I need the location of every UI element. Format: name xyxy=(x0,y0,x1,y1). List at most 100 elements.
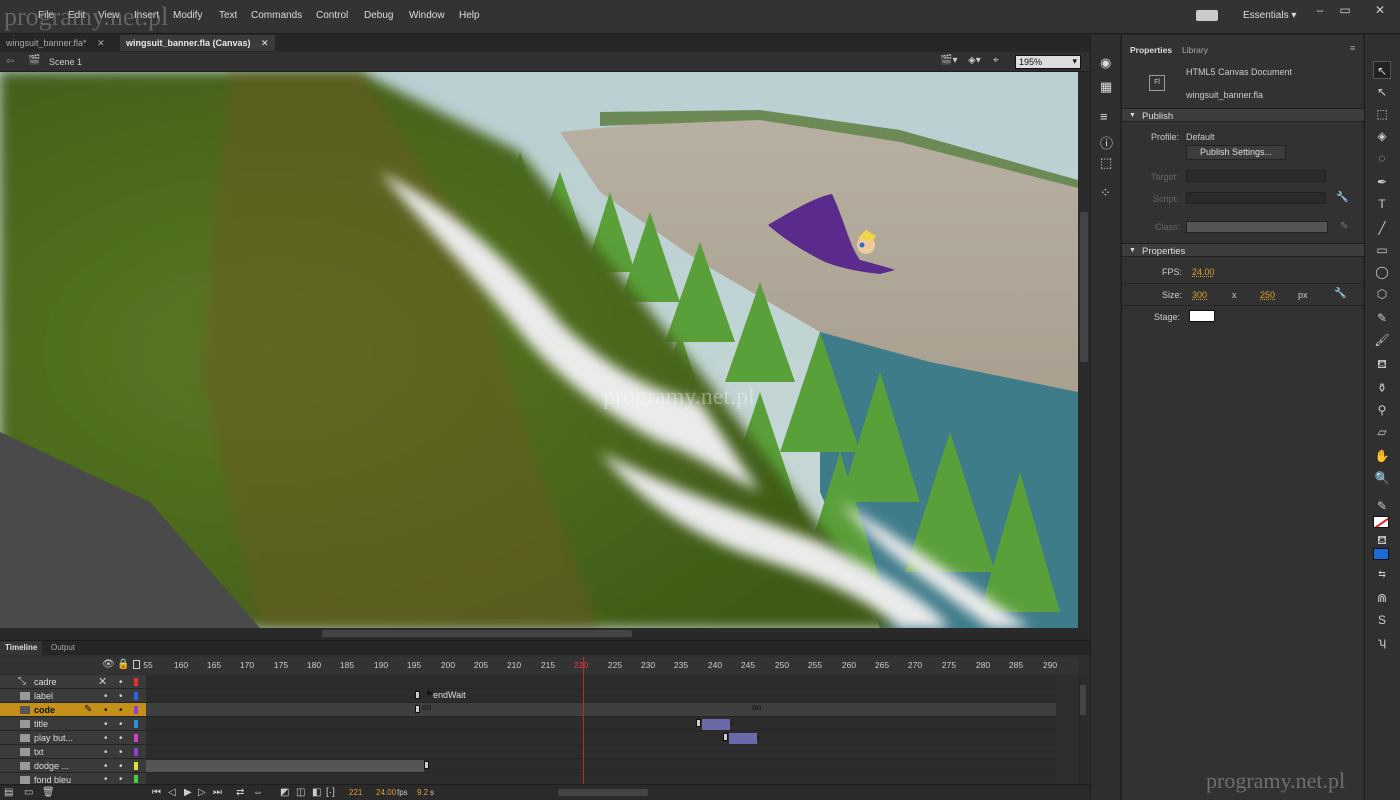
visible-dot[interactable]: • xyxy=(104,719,108,730)
scroll-thumb[interactable] xyxy=(1080,685,1086,715)
keyframe[interactable] xyxy=(415,705,420,713)
transform-icon[interactable]: ⬚ xyxy=(1100,155,1112,171)
wrench-icon[interactable]: 🔧 xyxy=(1336,192,1348,203)
visible-dot[interactable]: • xyxy=(104,705,108,716)
tab-wingsuit-canvas[interactable]: wingsuit_banner.fla (Canvas) ✕ xyxy=(120,35,275,51)
onion-skin-icon[interactable]: ◩ xyxy=(280,787,289,798)
frame-ruler[interactable]: 👁 🔒 55 160 165 170 175 180 185 190 195 2… xyxy=(0,657,1078,674)
polystar-tool-icon[interactable]: ⬡ xyxy=(1373,285,1391,303)
zoom-tool-icon[interactable]: 🔍 xyxy=(1373,469,1391,487)
visible-dot[interactable]: • xyxy=(104,691,108,702)
play-icon[interactable]: ▶ xyxy=(184,787,192,798)
new-folder-icon[interactable]: ▭ xyxy=(24,787,33,798)
visible-dot[interactable]: • xyxy=(104,747,108,758)
brush-tool-icon[interactable]: 🖌 xyxy=(1373,331,1391,349)
pencil-tool-icon[interactable]: ✎ xyxy=(1373,309,1391,327)
eye-icon[interactable]: 👁 xyxy=(102,659,115,670)
edit-multiple-icon[interactable]: ◧ xyxy=(312,787,321,798)
paint-bucket-tool-icon[interactable]: ⛾ xyxy=(1373,355,1391,373)
lock-dot[interactable]: • xyxy=(119,719,123,730)
scroll-thumb[interactable] xyxy=(1080,212,1088,362)
fill-color-swatch[interactable] xyxy=(1373,548,1389,560)
first-frame-icon[interactable]: ⏮ xyxy=(152,787,161,798)
outline-icon[interactable] xyxy=(133,660,140,669)
layer-color-swatch[interactable] xyxy=(134,692,138,700)
layer-row-label[interactable]: label • • xyxy=(0,689,146,703)
rectangle-tool-icon[interactable]: ▭ xyxy=(1373,241,1391,259)
keyframe[interactable] xyxy=(723,733,728,741)
stage-vertical-scrollbar[interactable] xyxy=(1078,72,1090,628)
layer-row-txt[interactable]: txt • • xyxy=(0,745,146,759)
snap-to-objects-icon[interactable]: ⋒ xyxy=(1373,589,1391,607)
properties-section-header[interactable]: ▼ Properties xyxy=(1122,243,1364,257)
3d-rotation-tool-icon[interactable]: ◈ xyxy=(1373,127,1391,145)
straighten-icon[interactable]: ʮ xyxy=(1373,633,1391,651)
fps-value[interactable]: 24.00 xyxy=(376,788,396,797)
delete-trash-icon[interactable]: 🗑 xyxy=(42,787,55,798)
step-back-icon[interactable]: ◁ xyxy=(168,787,176,798)
layer-color-swatch[interactable] xyxy=(134,720,138,728)
menu-modify[interactable]: Modify xyxy=(173,10,202,21)
last-frame-icon[interactable]: ⏭ xyxy=(213,787,222,798)
menu-text[interactable]: Text xyxy=(219,10,237,21)
tween-span[interactable] xyxy=(729,733,757,744)
align-icon[interactable]: ≡ xyxy=(1100,109,1108,124)
class-field[interactable] xyxy=(1186,221,1328,233)
lasso-tool-icon[interactable]: ◌ xyxy=(1373,149,1391,167)
menu-help[interactable]: Help xyxy=(459,10,480,21)
maximize-button[interactable]: ▭ xyxy=(1333,0,1357,22)
lock-dot[interactable]: • xyxy=(119,705,123,716)
script-select[interactable] xyxy=(1186,192,1326,204)
lock-icon[interactable]: 🔒 xyxy=(117,659,129,670)
layer-color-swatch[interactable] xyxy=(134,678,138,686)
back-arrow-icon[interactable]: ⇦ xyxy=(6,56,14,67)
eraser-tool-icon[interactable]: ▱ xyxy=(1373,423,1391,441)
edit-symbols-icon[interactable]: ◈▾ xyxy=(968,55,981,66)
timeline-horizontal-scroll-thumb[interactable] xyxy=(558,789,648,796)
width-input[interactable]: 300 xyxy=(1192,290,1207,300)
keyframe[interactable] xyxy=(696,719,701,727)
publish-settings-button[interactable]: Publish Settings... xyxy=(1186,145,1286,160)
hand-tool-icon[interactable]: ✋ xyxy=(1373,447,1391,465)
stage-color-swatch[interactable] xyxy=(1189,310,1215,322)
tab-wingsuit-fla[interactable]: wingsuit_banner.fla* ✕ xyxy=(0,35,111,51)
lock-dot[interactable]: • xyxy=(119,747,123,758)
stroke-color-swatch[interactable] xyxy=(1373,516,1389,528)
lock-dot[interactable]: • xyxy=(119,691,123,702)
layer-color-swatch[interactable] xyxy=(134,775,138,783)
step-forward-icon[interactable]: ▷ xyxy=(198,787,206,798)
selection-tool-icon[interactable]: ↖ xyxy=(1373,61,1391,79)
keyframe[interactable] xyxy=(424,761,429,769)
layer-color-swatch[interactable] xyxy=(134,706,138,714)
keyframe[interactable] xyxy=(415,691,420,699)
tab-library[interactable]: Library xyxy=(1182,45,1208,55)
menu-debug[interactable]: Debug xyxy=(364,10,393,21)
ink-bottle-tool-icon[interactable]: ⚱ xyxy=(1373,379,1391,397)
hidden-x-icon[interactable]: ✕ xyxy=(98,675,107,688)
time-value[interactable]: 9.2 xyxy=(417,788,428,797)
timeline-vertical-scrollbar[interactable] xyxy=(1078,675,1088,785)
frame-span[interactable] xyxy=(146,760,424,772)
workspace-switcher[interactable]: Essentials ▾ xyxy=(1243,10,1296,21)
layer-color-swatch[interactable] xyxy=(134,734,138,742)
frames-row[interactable]: • xyxy=(146,717,1056,731)
menu-window[interactable]: Window xyxy=(409,10,445,21)
layer-color-swatch[interactable] xyxy=(134,748,138,756)
stage-canvas[interactable]: programy.net.pl xyxy=(0,72,1078,628)
scroll-thumb[interactable] xyxy=(322,630,632,637)
layer-row-code[interactable]: code ✎ • • xyxy=(0,703,146,717)
current-frame-value[interactable]: 221 xyxy=(349,788,362,797)
close-tab-icon[interactable]: ✕ xyxy=(97,38,105,48)
new-layer-icon[interactable]: ▤ xyxy=(4,787,13,798)
code-snippets-icon[interactable]: ⁘ xyxy=(1100,185,1111,201)
frames-row[interactable] xyxy=(146,759,1056,773)
edit-pencil-icon[interactable]: ✎ xyxy=(1340,221,1348,232)
swatches-icon[interactable]: ▦ xyxy=(1100,79,1112,95)
edit-doc-settings-wrench-icon[interactable]: 🔧 xyxy=(1334,288,1346,299)
target-select[interactable] xyxy=(1186,170,1326,182)
height-input[interactable]: 250 xyxy=(1260,290,1275,300)
modify-markers-icon[interactable]: [·] xyxy=(326,787,335,798)
eyedropper-tool-icon[interactable]: ⚲ xyxy=(1373,401,1391,419)
oval-tool-icon[interactable]: ◯ xyxy=(1373,263,1391,281)
minimize-button[interactable]: – xyxy=(1308,0,1332,22)
